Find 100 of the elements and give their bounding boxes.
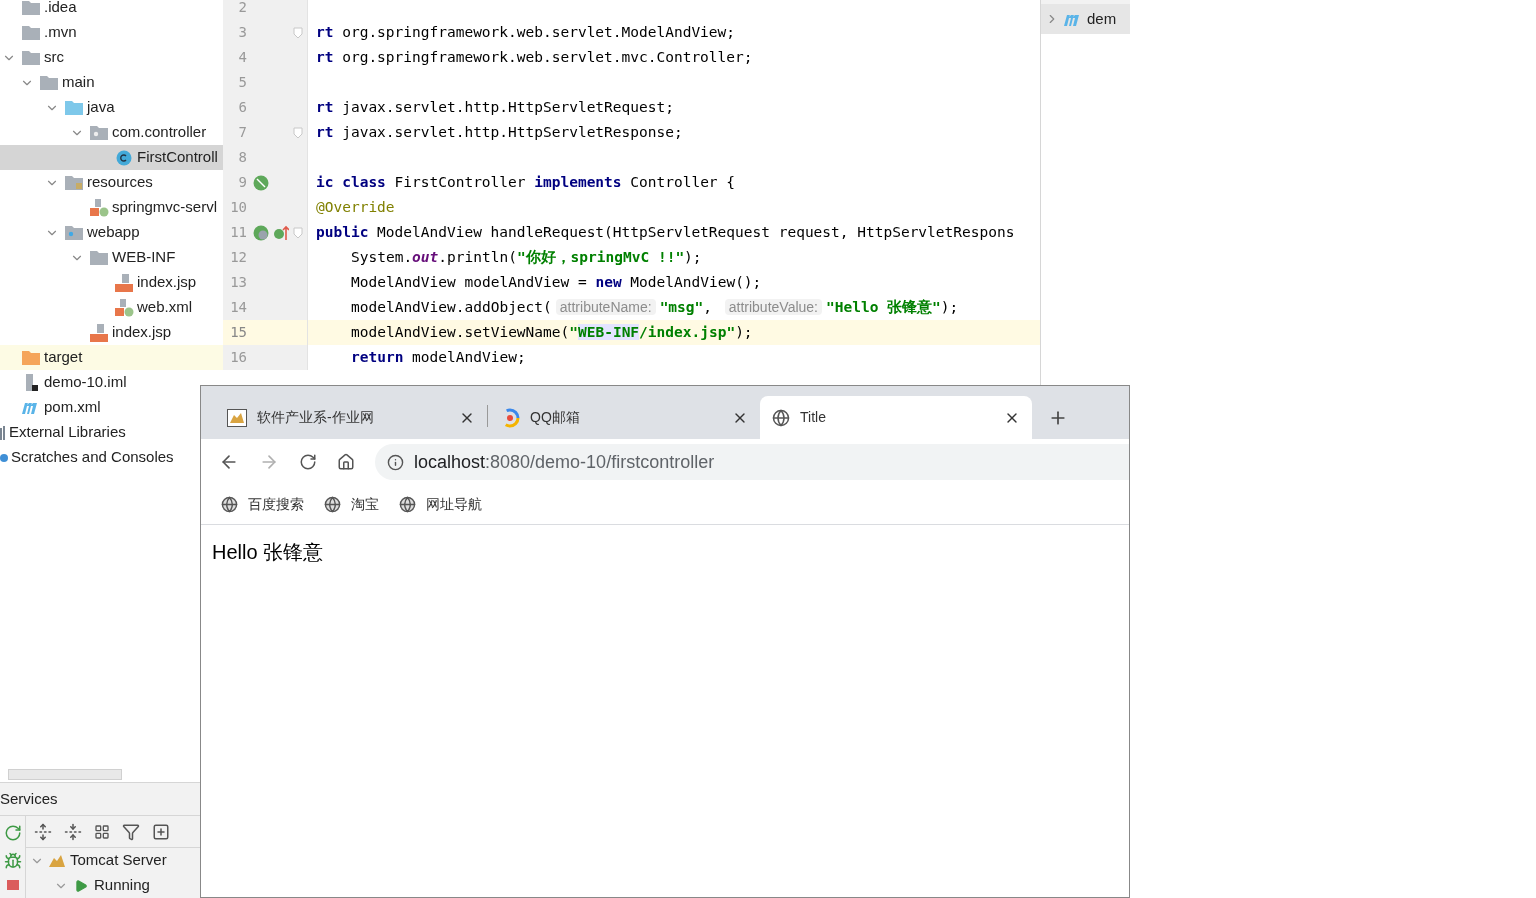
folder-icon	[22, 0, 40, 15]
add-service-icon[interactable]	[152, 822, 170, 841]
project-tree-row[interactable]: FirstControll	[0, 145, 223, 170]
folder-icon	[65, 175, 83, 190]
line-number: 11	[229, 223, 247, 242]
tab-title: QQ邮箱	[530, 408, 581, 427]
project-tree-row[interactable]: src	[0, 45, 64, 70]
tree-item-label: .mvn	[44, 22, 77, 43]
globe-icon	[772, 408, 790, 427]
play-icon	[74, 878, 88, 893]
browser-tab[interactable]: Title	[760, 396, 1032, 439]
tree-item-label: demo-10.iml	[44, 372, 127, 393]
tree-item-label: resources	[87, 172, 153, 193]
browser-tab[interactable]: QQ邮箱	[488, 396, 760, 439]
collapse-all-icon[interactable]	[64, 822, 82, 841]
code-text: @Override	[315, 197, 395, 217]
tab-title: 软件产业系-作业网	[257, 408, 375, 427]
project-tree-row[interactable]: demo-10.iml	[0, 370, 127, 395]
project-tree-row[interactable]: springmvc-servl	[0, 195, 217, 220]
module-file-icon	[23, 373, 39, 392]
jsp-file-icon	[114, 273, 134, 292]
line-number: 12	[229, 248, 247, 267]
structure-row[interactable]: dem	[1041, 0, 1130, 34]
tree-item-label: index.jsp	[137, 272, 197, 293]
folder-icon	[22, 25, 40, 40]
filter-icon[interactable]	[122, 822, 140, 841]
project-tree-row[interactable]: Scratches and Consoles	[0, 445, 174, 470]
reload-icon[interactable]	[299, 453, 317, 471]
line-number: 9	[237, 173, 247, 192]
project-tree-row[interactable]: WEB-INF	[0, 245, 176, 270]
xml-file-icon	[89, 198, 109, 217]
bookmark[interactable]: 淘宝	[324, 494, 379, 515]
tree-item-label: web.xml	[137, 297, 192, 318]
bug-icon[interactable]	[3, 852, 22, 870]
line-number: 8	[237, 148, 247, 167]
tree-item-label: dem	[1087, 8, 1117, 29]
fold-marker-icon[interactable]	[293, 26, 303, 39]
project-tree-row[interactable]: index.jsp	[0, 320, 172, 345]
folder-icon	[90, 250, 108, 265]
home-icon[interactable]	[337, 453, 355, 471]
project-tree-row[interactable]: target	[0, 345, 223, 370]
browser-tab[interactable]: 软件产业系-作业网	[215, 396, 487, 439]
line-number: 10	[229, 198, 247, 217]
folder-icon	[90, 125, 108, 140]
line-number: 5	[237, 73, 247, 92]
project-tree-row[interactable]: com.controller	[0, 120, 207, 145]
scrollbar-thumb[interactable]	[8, 768, 122, 780]
project-tree-row[interactable]: index.jsp	[0, 270, 197, 295]
tree-item-label: com.controller	[112, 122, 207, 143]
project-tree-row[interactable]: .idea	[0, 0, 77, 20]
group-icon[interactable]	[94, 823, 110, 840]
rerun-icon[interactable]	[3, 824, 22, 842]
code-text: modelAndView.addObject( attributeName: "msg", attributeValue: "Hello 张锋意");	[350, 297, 959, 317]
folder-icon	[22, 350, 40, 365]
globe-icon	[399, 496, 416, 513]
line-number: 16	[229, 348, 247, 367]
xml-file-icon	[114, 298, 134, 317]
override-icon[interactable]	[273, 224, 289, 241]
tree-item-label: main	[62, 72, 95, 93]
code-text: rt org.springframework.web.servlet.ModelAndView;	[315, 22, 736, 42]
line-number: 2	[237, 0, 247, 17]
expand-all-icon[interactable]	[34, 822, 52, 841]
tree-item-label[interactable]: Tomcat Server	[70, 849, 167, 872]
tree-item-label: target	[44, 347, 83, 368]
code-text: ic class FirstController implements Controller {	[315, 172, 736, 192]
line-number: 6	[237, 98, 247, 117]
tree-item-label: External Libraries	[9, 422, 126, 443]
project-tree-row[interactable]: External Libraries	[0, 420, 126, 445]
code-text: modelAndView.setViewName("WEB-INF/index.jsp");	[350, 322, 753, 342]
libraries-icon	[0, 424, 6, 441]
project-tree-row[interactable]: pom.xml	[0, 395, 101, 420]
project-tree-row[interactable]: java	[0, 95, 115, 120]
folder-icon	[40, 75, 58, 90]
panel-title: Services	[0, 788, 58, 809]
fold-marker-icon[interactable]	[293, 226, 303, 239]
url-text: localhost:8080/demo-10/firstcontroller	[414, 450, 715, 474]
bookmark[interactable]: 网址导航	[399, 494, 482, 515]
tree-item-label: webapp	[87, 222, 140, 243]
tree-item-label: springmvc-servl	[112, 197, 217, 218]
project-tree-row[interactable]: webapp	[0, 220, 140, 245]
tree-item-label: Scratches and Consoles	[11, 447, 174, 468]
tree-item-label: pom.xml	[44, 397, 101, 418]
scratches-icon	[0, 453, 8, 462]
stop-icon[interactable]	[6, 880, 19, 890]
address-bar[interactable]: localhost:8080/demo-10/firstcontroller	[375, 444, 1129, 480]
project-tree-row[interactable]: main	[0, 70, 95, 95]
tab-title: Title	[800, 408, 827, 427]
project-tree-row[interactable]: resources	[0, 170, 153, 195]
bookmark[interactable]: 百度搜索	[221, 494, 304, 515]
page-text: Hello 张锋意	[212, 541, 324, 563]
tree-item-label: WEB-INF	[112, 247, 176, 268]
info-icon[interactable]	[387, 453, 404, 471]
code-text: System.out.println("你好，springMvC !!");	[350, 247, 702, 267]
tree-item-label[interactable]: Running	[94, 874, 150, 897]
project-tree-row[interactable]: .mvn	[0, 20, 77, 45]
tree-item-label: FirstControll	[137, 147, 218, 168]
jsp-file-icon	[89, 323, 109, 342]
project-tree-row[interactable]: web.xml	[0, 295, 192, 320]
fold-marker-icon[interactable]	[293, 126, 303, 139]
line-number: 3	[237, 23, 247, 42]
